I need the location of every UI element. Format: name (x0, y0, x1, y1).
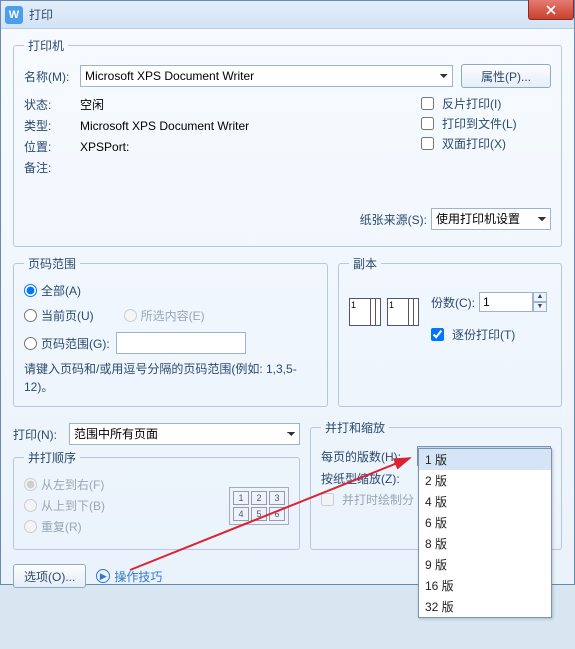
range-current-radio[interactable]: 当前页(U) (24, 307, 94, 324)
options-button[interactable]: 选项(O)... (13, 564, 86, 588)
order-group: 并打顺序 从左到右(F) 从上到下(B) 重复(R) 123456 (13, 449, 300, 550)
pps-label: 每页的版数(H): (321, 448, 417, 465)
pps-option[interactable]: 1 版 (419, 449, 551, 470)
order-preview-icon: 123456 (229, 487, 289, 525)
copies-label: 份数(C): (431, 294, 475, 311)
printwhat-select[interactable]: 范围中所有页面 (69, 423, 300, 445)
where-value: XPSPort: (80, 140, 129, 154)
collate-check[interactable]: 逐份打印(T) (431, 326, 547, 343)
order-legend: 并打顺序 (24, 449, 80, 466)
close-button[interactable] (528, 0, 574, 20)
type-value: Microsoft XPS Document Writer (80, 119, 249, 133)
duplex-check[interactable]: 双面打印(X) (421, 135, 551, 152)
range-legend: 页码范围 (24, 255, 80, 272)
range-pages-input[interactable] (116, 332, 246, 354)
comment-label: 备注: (24, 159, 80, 176)
printwhat-label: 打印(N): (13, 426, 69, 443)
range-selection-radio: 所选内容(E) (124, 307, 205, 324)
pps-option[interactable]: 9 版 (419, 554, 551, 575)
pps-option[interactable]: 4 版 (419, 491, 551, 512)
collate-icon: 321 321 (349, 298, 421, 340)
status-value: 空闲 (80, 96, 104, 113)
reverse-check[interactable]: 反片打印(I) (421, 95, 551, 112)
papersrc-select[interactable]: 使用打印机设置 (431, 208, 551, 230)
status-label: 状态: (24, 96, 80, 113)
tips-link[interactable]: ▶操作技巧 (96, 568, 162, 585)
pps-option[interactable]: 32 版 (419, 596, 551, 617)
pps-option[interactable]: 8 版 (419, 533, 551, 554)
name-label: 名称(M): (24, 68, 80, 85)
properties-button[interactable]: 属性(P)... (461, 64, 551, 88)
pps-option[interactable]: 6 版 (419, 512, 551, 533)
type-label: 类型: (24, 117, 80, 134)
copies-group: 副本 321 321 份数(C): ▲▼ 逐份打印(T) (338, 255, 562, 407)
range-hint: 请键入页码和/或用逗号分隔的页码范围(例如: 1,3,5-12)。 (24, 360, 317, 396)
order-lr-radio: 从左到右(F) (24, 476, 105, 493)
copies-legend: 副本 (349, 255, 381, 272)
pps-dropdown-list[interactable]: 1 版2 版4 版6 版8 版9 版16 版32 版 (418, 448, 552, 618)
scale-legend: 并打和缩放 (321, 419, 389, 436)
paperscale-label: 按纸型缩放(Z): (321, 470, 417, 487)
copies-spinner[interactable]: ▲▼ (479, 292, 547, 312)
window-title: 打印 (29, 6, 53, 23)
printer-group: 打印机 名称(M): Microsoft XPS Document Writer… (13, 37, 562, 247)
order-tb-radio: 从上到下(B) (24, 497, 105, 514)
range-group: 页码范围 全部(A) 当前页(U) 所选内容(E) 页码范围(G): 请键入页码… (13, 255, 328, 407)
where-label: 位置: (24, 138, 80, 155)
range-all-radio[interactable]: 全部(A) (24, 282, 317, 299)
order-rep-radio: 重复(R) (24, 518, 105, 535)
printer-name-select[interactable]: Microsoft XPS Document Writer (80, 65, 453, 87)
pps-option[interactable]: 16 版 (419, 575, 551, 596)
tofile-check[interactable]: 打印到文件(L) (421, 115, 551, 132)
printer-legend: 打印机 (24, 37, 68, 54)
pps-option[interactable]: 2 版 (419, 470, 551, 491)
papersrc-label: 纸张来源(S): (360, 211, 427, 228)
app-icon: W (5, 6, 23, 24)
range-pages-radio[interactable]: 页码范围(G): (24, 335, 110, 352)
